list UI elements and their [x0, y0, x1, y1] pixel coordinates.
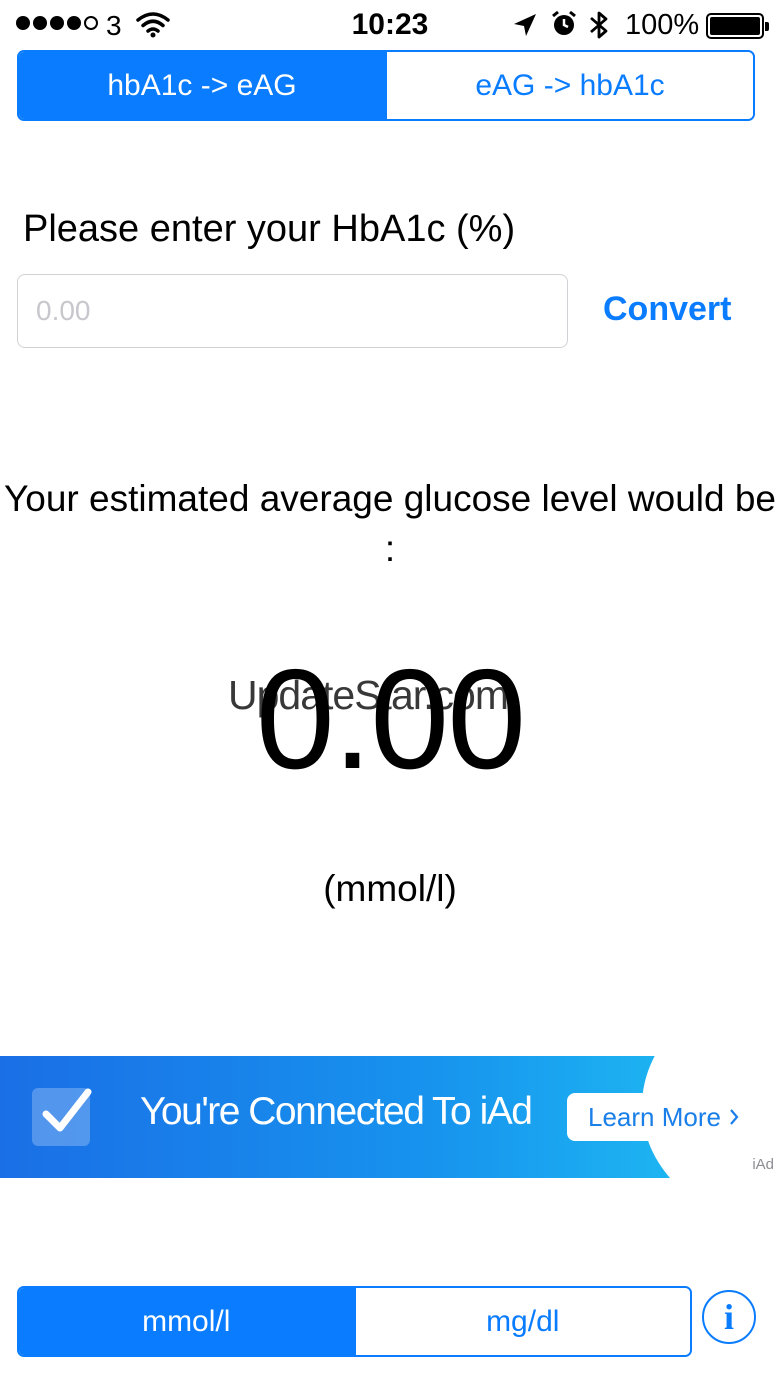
hba1c-input[interactable] [17, 274, 568, 348]
watermark-text: UpdateStar.com [228, 672, 509, 718]
learn-more-button[interactable]: Learn More [567, 1093, 760, 1141]
segment-hba1c-to-eag[interactable]: hbA1c -> eAG [19, 52, 385, 119]
iad-banner[interactable]: You're Connected To iAd Learn More iAd [0, 1056, 780, 1178]
location-arrow-icon [512, 12, 538, 45]
segment-eag-to-hba1c[interactable]: eAG -> hbA1c [385, 52, 753, 119]
learn-more-label: Learn More [588, 1101, 721, 1132]
battery-icon [706, 13, 769, 39]
checkmark-icon [32, 1088, 92, 1146]
segment-mg-dl[interactable]: mg/dl [353, 1288, 690, 1355]
result-description-label: Your estimated average glucose level wou… [3, 478, 776, 569]
chevron-right-icon [729, 1102, 739, 1133]
convert-button[interactable]: Convert [603, 290, 731, 329]
result-value: 0.00 [255, 640, 526, 799]
conversion-mode-segmented-control: hbA1c -> eAG eAG -> hbA1c [17, 50, 755, 121]
iad-tag: iAd [752, 1156, 774, 1173]
result-unit-label: (mmol/l) [323, 868, 457, 909]
status-bar: 3 10:23 100% [0, 0, 780, 50]
unit-segmented-control: mmol/l mg/dl [17, 1286, 692, 1357]
info-icon: i [723, 1297, 734, 1337]
input-prompt-label: Please enter your HbA1c (%) [23, 208, 516, 250]
alarm-clock-icon [550, 10, 578, 45]
info-button[interactable]: i [702, 1290, 756, 1344]
ad-headline: You're Connected To iAd [140, 1090, 533, 1133]
battery-percentage: 100% [625, 9, 700, 41]
segment-mmol-l[interactable]: mmol/l [19, 1288, 354, 1355]
bluetooth-icon [588, 9, 610, 48]
